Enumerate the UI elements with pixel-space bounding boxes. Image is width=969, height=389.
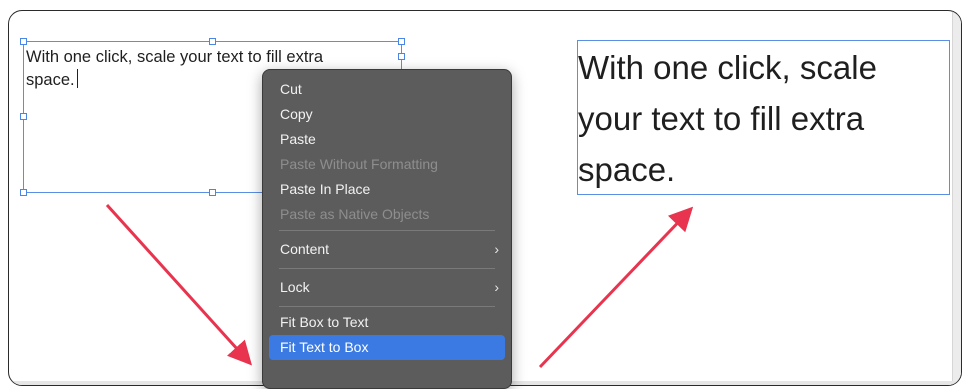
menu-item-lock-label: Lock (280, 279, 310, 295)
context-menu: Cut Copy Paste Paste Without Formatting … (262, 69, 512, 389)
menu-item-copy[interactable]: Copy (269, 102, 505, 127)
scaled-text-box[interactable]: With one click, scale your text to fill … (577, 40, 950, 195)
menu-item-paste-as-native-objects: Paste as Native Objects (280, 206, 430, 222)
vertical-scrollbar-track[interactable] (952, 11, 961, 385)
text-caret-icon (76, 69, 78, 88)
menu-item-fit-text-to-box[interactable]: Fit Text to Box (269, 335, 505, 360)
chevron-right-icon: › (494, 279, 499, 295)
menu-item-lock[interactable]: Lock › (269, 272, 505, 303)
resize-handle-top-left[interactable] (20, 38, 27, 45)
resize-handle-left[interactable] (20, 113, 27, 120)
chevron-right-icon: › (494, 241, 499, 257)
scaled-text-content: With one click, scale your text to fill … (578, 49, 877, 188)
arrow-icon-down (105, 203, 253, 366)
menu-item-cut[interactable]: Cut (269, 77, 505, 102)
arrow-icon-up (538, 206, 694, 369)
resize-handle-right[interactable] (398, 53, 405, 60)
menu-separator (279, 306, 495, 307)
resize-handle-top-right[interactable] (398, 38, 405, 45)
resize-handle-bottom[interactable] (209, 189, 216, 196)
menu-item-paste[interactable]: Paste (269, 127, 505, 152)
menu-item-fit-box-to-text[interactable]: Fit Box to Text (269, 310, 505, 335)
resize-handle-top[interactable] (209, 38, 216, 45)
menu-item-content[interactable]: Content › (269, 234, 505, 265)
menu-item-content-label: Content (280, 241, 330, 257)
menu-item-paste-without-formatting: Paste Without Formatting (280, 156, 438, 172)
resize-handle-bottom-left[interactable] (20, 189, 27, 196)
menu-item-paste-in-place[interactable]: Paste In Place (269, 177, 505, 202)
menu-separator (279, 230, 495, 231)
menu-separator (279, 268, 495, 269)
